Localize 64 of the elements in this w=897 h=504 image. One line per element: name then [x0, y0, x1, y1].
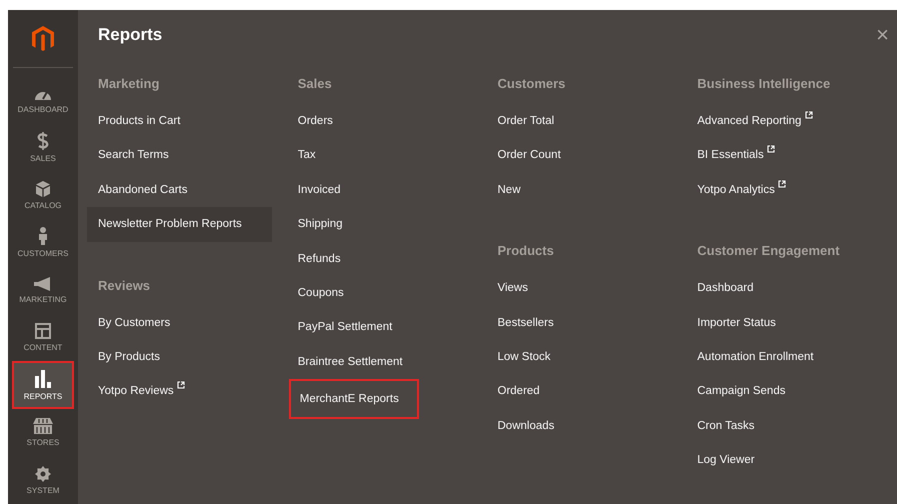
section-heading: Marketing [98, 75, 160, 93]
sidebar-item[interactable]: CATALOG [12, 171, 74, 219]
menu-link[interactable]: Shipping [286, 207, 354, 242]
menu-link[interactable]: Orders [286, 104, 344, 138]
sidebar-item[interactable]: DASHBOARD [12, 76, 74, 124]
sidebar-item[interactable]: REPORTS [12, 361, 74, 409]
menu-link[interactable]: By Products [87, 340, 171, 374]
external-link-icon [766, 145, 775, 154]
menu-link[interactable]: Automation Enrollment [686, 340, 825, 374]
menu-link[interactable]: BI Essentials [686, 138, 786, 173]
menu-link[interactable]: Campaign Sends [686, 374, 796, 409]
section-heading: Customers [498, 75, 566, 93]
menu-link[interactable]: Log Viewer [686, 443, 766, 478]
person-icon [38, 227, 48, 246]
menu-link[interactable]: Coupons [286, 276, 355, 310]
menu-link[interactable]: Low Stock [486, 340, 562, 374]
external-link-icon [804, 111, 813, 119]
panel-title: Reports [98, 25, 162, 45]
sidebar-item[interactable]: MARKETING [12, 266, 74, 314]
menu-link[interactable]: Yotpo Reviews [87, 374, 196, 409]
store-icon [33, 418, 53, 434]
section-heading: Business Intelligence [697, 75, 832, 93]
close-button[interactable]: × [868, 22, 897, 48]
external-link-icon [778, 180, 786, 188]
megaphone-icon [34, 276, 52, 291]
menu-link[interactable]: Search Terms [87, 138, 180, 173]
menu-link[interactable]: Downloads [486, 408, 566, 444]
dollar-icon [37, 132, 49, 150]
menu-link[interactable]: Ordered [486, 374, 551, 409]
menu-link[interactable]: Order Count [486, 138, 572, 173]
menu-link[interactable]: Order Total [486, 104, 566, 138]
sidebar-item[interactable]: SYSTEM [12, 456, 74, 504]
menu-link[interactable]: Advanced Reporting [686, 104, 824, 138]
menu-link[interactable]: Newsletter Problem Reports [87, 207, 272, 242]
layout-icon [35, 323, 51, 340]
section-heading: Customer Engagement [697, 242, 841, 260]
menu-link[interactable]: Views [486, 271, 539, 306]
menu-link[interactable]: Tax [286, 138, 327, 173]
external-link-icon [176, 381, 185, 390]
menu-link[interactable]: Products in Cart [87, 104, 192, 138]
logo-icon[interactable] [32, 26, 54, 52]
section-heading: Reviews [98, 276, 152, 295]
bar-chart-icon [35, 370, 51, 388]
menu-link[interactable]: New [486, 172, 532, 208]
menu-link[interactable]: Invoiced [286, 172, 352, 208]
menu-link[interactable]: Importer Status [686, 306, 787, 340]
sidebar-item[interactable]: SALES [12, 124, 74, 172]
menu-link[interactable]: Bestsellers [486, 306, 565, 340]
menu-link[interactable]: By Customers [87, 306, 182, 340]
menu-link[interactable]: PayPal Settlement [286, 310, 404, 345]
sidebar-item[interactable]: CUSTOMERS [12, 218, 74, 266]
menu-link[interactable]: Cron Tasks [686, 408, 766, 444]
menu-link[interactable]: Refunds [286, 242, 352, 276]
section-heading: Sales [298, 75, 333, 93]
box-icon [36, 180, 50, 197]
menu-link[interactable]: Braintree Settlement [286, 344, 414, 380]
section-heading: Products [498, 242, 555, 260]
menu-link[interactable]: Yotpo Analytics [686, 172, 798, 208]
menu-link[interactable]: MerchantE Reports [288, 379, 419, 420]
sidebar-item[interactable]: CONTENT [12, 314, 74, 362]
sidebar-item[interactable]: STORES [12, 408, 74, 456]
menu-link[interactable]: Abandoned Carts [87, 172, 199, 208]
menu-link[interactable]: Dashboard [686, 271, 765, 306]
settings-icon [35, 466, 51, 482]
